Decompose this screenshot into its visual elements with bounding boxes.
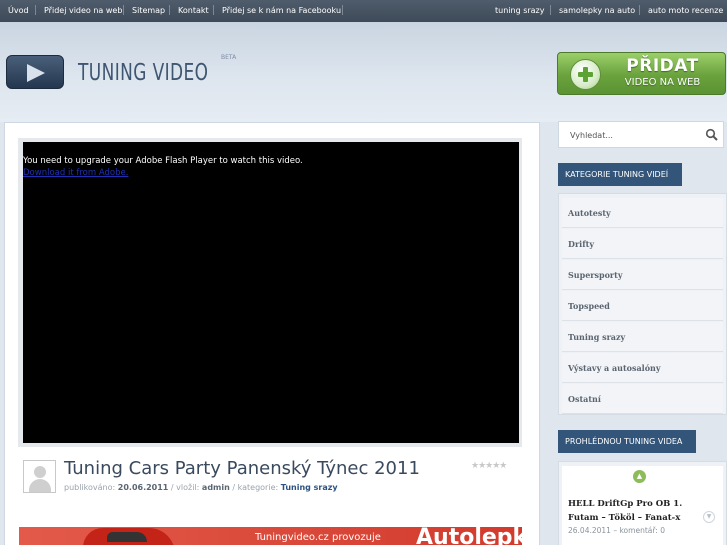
nav-link-add-video[interactable]: Přidej video na web	[44, 6, 122, 15]
arrow-down-icon[interactable]: ▼	[703, 511, 715, 523]
nav-link-contact[interactable]: Kontakt	[178, 6, 209, 15]
popular-item-title[interactable]: HELL DriftGp Pro OB 1. Futam – Tököl – F…	[568, 497, 708, 525]
category-item-autotesty[interactable]: Autotesty	[562, 198, 723, 228]
advertisement-banner[interactable]: Tuningvideo.cz provozuje Autolepky.cz	[19, 527, 522, 545]
nav-link-uvod[interactable]: Úvod	[8, 6, 29, 15]
category-label: kategorie:	[237, 483, 279, 492]
site-header: TUNING VIDEO BETA PŘIDAT VIDEO NA WEB	[0, 22, 727, 122]
car-window	[107, 532, 147, 542]
published-label: publikováno:	[64, 483, 116, 492]
nav-separator	[550, 5, 551, 15]
add-video-button[interactable]: PŘIDAT VIDEO NA WEB	[557, 52, 726, 95]
nav-separator	[639, 5, 640, 15]
popular-item-meta: 26.04.2011 – komentář: 0	[568, 526, 665, 535]
nav-link-sitemap[interactable]: Sitemap	[132, 6, 165, 15]
nav-link-recenze[interactable]: auto moto recenze	[648, 6, 723, 15]
category-item-tuning-srazy[interactable]: Tuning srazy	[562, 322, 723, 352]
top-navigation: Úvod Přidej video na web Sitemap Kontakt…	[0, 0, 727, 22]
nav-separator	[169, 5, 170, 15]
category-item-ostatni[interactable]: Ostatní	[562, 384, 723, 414]
flash-upgrade-message: You need to upgrade your Adobe Flash Pla…	[23, 156, 303, 166]
category-item-supersporty[interactable]: Supersporty	[562, 260, 723, 290]
post-title: Tuning Cars Party Panenský Týnec 2011	[64, 458, 420, 479]
popular-item-comments: komentář: 0	[619, 526, 665, 535]
category-item-drifty[interactable]: Drifty	[562, 229, 723, 259]
banner-brand: Autolepky.cz	[416, 527, 522, 545]
user-avatar-icon	[23, 460, 56, 493]
add-video-button-title: PŘIDAT	[626, 56, 699, 76]
categories-heading: KATEGORIE TUNING VIDEÍ	[558, 163, 682, 186]
banner-text: Tuningvideo.cz provozuje	[255, 532, 381, 543]
nav-link-samolepky[interactable]: samolepky na auto	[559, 6, 635, 15]
nav-separator	[213, 5, 214, 15]
author-link[interactable]: admin	[202, 483, 230, 492]
site-logo[interactable]: TUNING VIDEO	[78, 60, 208, 86]
nav-link-facebook[interactable]: Přidej se k nám na Facebooku	[222, 6, 341, 15]
add-video-button-subtitle: VIDEO NA WEB	[624, 77, 701, 88]
category-item-topspeed[interactable]: Topspeed	[562, 291, 723, 321]
flash-download-link[interactable]: Download it from Adobe.	[23, 168, 128, 178]
popular-heading: PROHLÉDNOU TUNING VIDEA	[558, 430, 696, 453]
author-label: vložil:	[176, 483, 200, 492]
search-icon[interactable]	[705, 128, 719, 142]
post-meta: publikováno: 20.06.2011 / vložil: admin …	[64, 483, 338, 492]
play-icon	[27, 64, 45, 82]
category-link[interactable]: Tuning srazy	[281, 483, 338, 492]
category-item-vystavy[interactable]: Výstavy a autosalóny	[562, 353, 723, 383]
search-input[interactable]: Vyhledat...	[570, 131, 613, 140]
nav-separator	[123, 5, 124, 15]
published-date: 20.06.2011	[117, 483, 169, 492]
arrow-up-icon[interactable]: ▲	[633, 470, 646, 483]
beta-badge: BETA	[221, 54, 237, 61]
nav-link-tuning-srazy[interactable]: tuning srazy	[495, 6, 544, 15]
video-player[interactable]: You need to upgrade your Adobe Flash Pla…	[23, 142, 519, 443]
popular-item-date: 26.04.2011	[568, 526, 611, 535]
search-box[interactable]: Vyhledat...	[558, 121, 724, 148]
rating-star-icons[interactable]: ★★★★★	[471, 461, 507, 471]
logo-play-button-icon[interactable]	[6, 55, 64, 89]
nav-separator	[342, 5, 343, 15]
nav-separator	[35, 5, 36, 15]
